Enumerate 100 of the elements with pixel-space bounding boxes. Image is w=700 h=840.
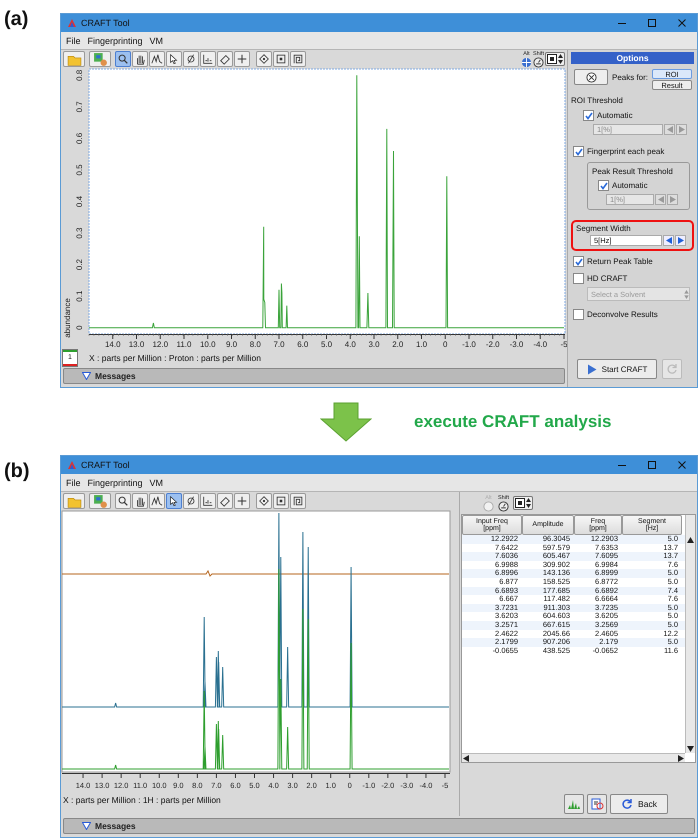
menu-item[interactable]: VM [148,478,164,488]
down-arrow-icon [320,402,372,442]
arrow-left-icon [463,754,469,762]
checkbox[interactable] [573,273,584,284]
back-button[interactable]: Back [610,794,668,814]
toolbar-button[interactable] [290,493,306,509]
toolbar-button[interactable] [200,51,216,67]
baseline-icon [202,53,214,65]
x-tick-label: 1.0 [416,340,428,349]
toolbar-button[interactable] [234,51,250,67]
close-icon [677,18,687,28]
baseline-icon [202,495,214,507]
close-button[interactable] [677,460,687,470]
messages-bar[interactable]: Messages [63,818,695,834]
toolbar-button[interactable] [256,51,272,67]
y-tick-label: 0.6 [75,132,84,144]
spectrum-button[interactable] [564,794,584,814]
eraser-icon [219,495,231,507]
document-icon [590,798,604,810]
toolbar-button[interactable] [132,51,148,67]
dial-icon [498,500,509,512]
toolbar-button[interactable] [166,51,182,67]
checkbox-label: Return Peak Table [587,257,653,266]
checkbox-label: Deconvolve Results [587,310,658,319]
decrease-button[interactable] [663,235,674,246]
phase-icon [185,495,197,507]
toolbar-button[interactable] [149,51,165,67]
window-title: CRAFT Tool [81,18,130,28]
toolbar-button[interactable] [183,493,199,509]
toolbar-button[interactable] [166,493,182,509]
toolbar-button[interactable] [132,493,148,509]
arrow-up-icon [687,537,694,543]
triangle-down-icon [82,372,91,380]
y-tick-label: 0.2 [75,259,84,270]
x-tick-label: 5.0 [320,340,332,349]
display-toggle-button[interactable] [513,496,534,510]
toolbar-button[interactable] [149,493,165,509]
menu-item[interactable]: Fingerprinting [86,36,144,46]
menu-item[interactable]: VM [148,36,164,46]
checkbox[interactable] [573,256,584,267]
menu-item[interactable]: File [65,36,82,46]
close-circle-icon [586,72,596,82]
maximize-icon [647,460,657,470]
phase-icon [185,53,197,65]
toolbar-button[interactable] [273,51,289,67]
peaks-icon [151,495,163,507]
increase-button[interactable] [675,235,686,246]
crosshair-icon [520,56,532,68]
menu-item[interactable]: Fingerprinting [86,478,144,488]
toolbar-button[interactable] [234,493,250,509]
start-button[interactable]: Start CRAFT [577,359,657,379]
panel-header: Options [571,52,694,64]
app-logo-icon [67,460,77,470]
checkbox-label: Fingerprint each peak [587,147,664,156]
x-tick-label: 3.0 [368,340,380,349]
y-axis-label: abundance [63,298,72,338]
x-tick-label: -3.0 [510,340,524,349]
arrow-right-icon [678,754,684,762]
peaks-for-label: Peaks for: [612,73,648,82]
window-title: CRAFT Tool [81,460,130,470]
toolbar-button[interactable] [273,493,289,509]
axis-title: X : parts per Million : 1H : parts per Million [63,795,221,805]
section-title: ROI Threshold [571,96,624,105]
messages-bar[interactable]: Messages [63,368,565,384]
eraser-icon [219,53,231,65]
checkbox[interactable] [573,309,584,320]
toolbar-button[interactable] [115,493,131,509]
y-tick-label: 0.1 [75,290,84,302]
toolbar-button[interactable] [290,51,306,67]
toolbar-button[interactable] [115,51,131,67]
toolbar-button[interactable] [217,51,233,67]
checkbox[interactable] [573,146,584,157]
zoom-icon [117,53,129,65]
close-button[interactable] [677,18,687,28]
display-toggle-button[interactable] [545,52,565,66]
maximize-button[interactable] [647,460,657,470]
pointer-icon [168,53,180,65]
y-tick-label: 0.3 [75,227,84,239]
maximize-button[interactable] [647,18,657,28]
up-down-icon [684,290,689,298]
plus-icon [236,53,248,65]
refresh-icon [666,363,678,375]
up-down-icon [526,498,532,508]
caption: execute CRAFT analysis [414,412,612,432]
checkbox-label: Automatic [612,181,648,190]
toolbar-button[interactable] [200,493,216,509]
x-tick-label: 6.0 [297,340,308,349]
toolbar-button[interactable] [256,493,272,509]
export-button[interactable] [587,794,607,814]
x-tick-label: 2.0 [392,340,404,349]
toolbar-button[interactable] [183,51,199,67]
peaks-icon [151,53,163,65]
clear-button[interactable] [574,69,608,85]
refresh-icon [621,798,634,810]
menu-item[interactable]: File [65,478,82,488]
arrow-down-icon [687,746,694,752]
plus-icon [236,495,248,507]
toolbar-button[interactable] [217,493,233,509]
maximize-icon [647,18,657,28]
diamond-icon [258,495,270,507]
